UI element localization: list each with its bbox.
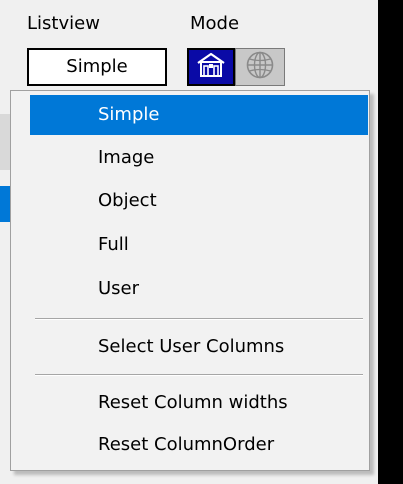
background-list-panel: [0, 114, 10, 170]
menu-item-simple[interactable]: Simple: [30, 95, 368, 135]
menu-item-user[interactable]: User: [30, 269, 368, 309]
listview-combobox[interactable]: Simple: [27, 48, 167, 86]
listview-label: Listview: [27, 13, 100, 34]
menu-item-object[interactable]: Object: [30, 181, 368, 221]
menu-separator: [35, 318, 363, 320]
mode-label: Mode: [190, 13, 240, 34]
menu-item-image[interactable]: Image: [30, 138, 368, 178]
mode-globe-button[interactable]: [235, 48, 285, 86]
background-selected-row: [0, 186, 10, 222]
menu-item-full[interactable]: Full: [30, 225, 368, 265]
mode-home-button[interactable]: [187, 48, 235, 86]
window-edge: [378, 0, 403, 484]
menu-item-select-user-columns[interactable]: Select User Columns: [30, 327, 368, 367]
menu-separator: [35, 374, 363, 376]
listview-dropdown-menu: Simple Image Object Full User Select Use…: [10, 90, 370, 471]
menu-item-reset-column-widths[interactable]: Reset Column widths: [30, 383, 368, 423]
house-icon: [196, 52, 226, 82]
globe-icon: [245, 50, 275, 84]
menu-item-reset-column-order[interactable]: Reset ColumnOrder: [30, 425, 368, 465]
